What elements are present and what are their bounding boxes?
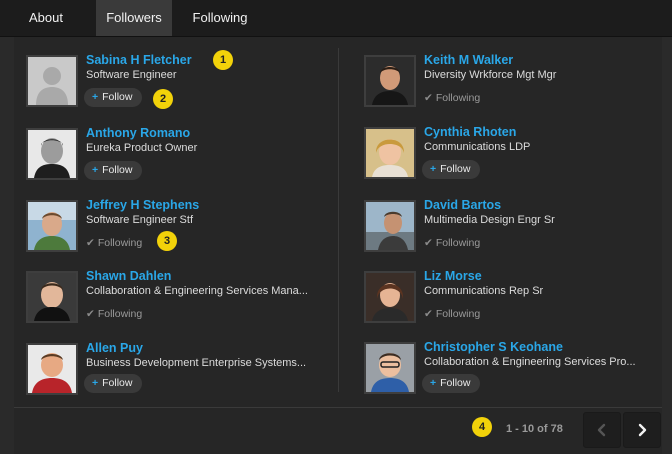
plus-icon: + — [430, 163, 437, 175]
person-title: Collaboration & Engineering Services Man… — [86, 285, 308, 297]
person-title: Communications LDP — [424, 141, 531, 153]
check-icon: ✔ — [86, 308, 95, 320]
person-card: Keith M Walker Diversity Wrkforce Mgt Mg… — [364, 53, 672, 117]
plus-icon: + — [92, 377, 99, 389]
tab-bar: About Followers Following — [0, 0, 672, 37]
avatar[interactable] — [364, 342, 416, 394]
following-status: ✔ Following — [86, 237, 142, 249]
following-label: Following — [435, 308, 481, 320]
follow-label: Follow — [102, 91, 133, 103]
person-card: Allen Puy Business Development Enterpris… — [26, 341, 336, 405]
callout-marker-1: 1 — [213, 50, 233, 70]
callout-marker-3: 3 — [157, 231, 177, 251]
chevron-left-icon — [597, 423, 606, 437]
person-card: Shawn Dahlen Collaboration & Engineering… — [26, 269, 336, 333]
person-title: Multimedia Design Engr Sr — [424, 214, 555, 226]
person-title: Software Engineer — [86, 69, 177, 81]
person-title: Software Engineer Stf — [86, 214, 194, 226]
next-page-button[interactable] — [623, 412, 661, 448]
tab-about[interactable]: About — [0, 0, 92, 36]
person-title: Communications Rep Sr — [424, 285, 544, 297]
previous-page-button[interactable] — [583, 412, 621, 448]
tab-following[interactable]: Following — [178, 0, 262, 36]
pagination-range: 1 - 10 of 78 — [506, 423, 563, 435]
avatar-placeholder[interactable] — [26, 55, 78, 107]
avatar[interactable] — [364, 271, 416, 323]
follow-label: Follow — [440, 377, 471, 389]
callout-marker-2: 2 — [153, 89, 173, 109]
person-name[interactable]: Allen Puy — [86, 341, 143, 355]
check-icon: ✔ — [424, 92, 433, 104]
avatar[interactable] — [26, 271, 78, 323]
check-icon: ✔ — [424, 237, 433, 249]
person-card: Anthony Romano Eureka Product Owner + Fol… — [26, 126, 336, 190]
following-status: ✔ Following — [424, 237, 480, 249]
chevron-right-icon — [638, 423, 647, 437]
check-icon: ✔ — [86, 237, 95, 249]
person-card: Jeffrey H Stephens Software Engineer Stf… — [26, 198, 336, 262]
person-name[interactable]: Keith M Walker — [424, 53, 513, 67]
person-title: Business Development Enterprise Systems.… — [86, 357, 307, 369]
following-status: ✔ Following — [424, 308, 480, 320]
avatar[interactable] — [364, 127, 416, 179]
person-name[interactable]: Sabina H Fletcher — [86, 53, 192, 67]
follow-label: Follow — [102, 377, 133, 389]
column-divider — [338, 48, 339, 392]
plus-icon: + — [92, 164, 99, 176]
person-name[interactable]: Shawn Dahlen — [86, 269, 171, 283]
person-title: Collaboration & Engineering Services Pro… — [424, 356, 636, 368]
person-card: David Bartos Multimedia Design Engr Sr ✔… — [364, 198, 672, 262]
follow-label: Follow — [440, 163, 471, 175]
following-status: ✔ Following — [424, 92, 480, 104]
follow-button[interactable]: + Follow — [422, 374, 481, 393]
following-label: Following — [97, 237, 143, 249]
following-status: ✔ Following — [86, 308, 142, 320]
avatar[interactable] — [26, 128, 78, 180]
follow-button[interactable]: + Follow — [84, 161, 143, 180]
person-card: Christopher S Keohane Collaboration & En… — [364, 340, 672, 404]
callout-marker-4: 4 — [472, 417, 492, 437]
person-name[interactable]: Anthony Romano — [86, 126, 190, 140]
avatar[interactable] — [26, 343, 78, 395]
follow-button[interactable]: + Follow — [84, 374, 143, 393]
check-icon: ✔ — [424, 308, 433, 320]
plus-icon: + — [92, 91, 99, 103]
follow-button[interactable]: + Follow — [422, 160, 481, 179]
following-label: Following — [435, 237, 481, 249]
follow-label: Follow — [102, 164, 133, 176]
avatar[interactable] — [364, 55, 416, 107]
person-title: Diversity Wrkforce Mgt Mgr — [424, 69, 557, 81]
person-name[interactable]: Cynthia Rhoten — [424, 125, 516, 139]
person-name[interactable]: Liz Morse — [424, 269, 482, 283]
following-label: Following — [97, 308, 143, 320]
following-label: Following — [435, 92, 481, 104]
footer-divider — [14, 407, 662, 408]
person-card: Cynthia Rhoten Communications LDP + Follo… — [364, 125, 672, 189]
tab-followers[interactable]: Followers — [96, 0, 172, 36]
avatar[interactable] — [26, 200, 78, 252]
follow-button[interactable]: + Follow — [84, 88, 143, 107]
person-card: Sabina H Fletcher Software Engineer + Fol… — [26, 53, 336, 117]
person-card: Liz Morse Communications Rep Sr ✔ Followi… — [364, 269, 672, 333]
avatar[interactable] — [364, 200, 416, 252]
person-name[interactable]: Christopher S Keohane — [424, 340, 563, 354]
person-name[interactable]: David Bartos — [424, 198, 501, 212]
plus-icon: + — [430, 377, 437, 389]
person-title: Eureka Product Owner — [86, 142, 198, 154]
person-name[interactable]: Jeffrey H Stephens — [86, 198, 199, 212]
